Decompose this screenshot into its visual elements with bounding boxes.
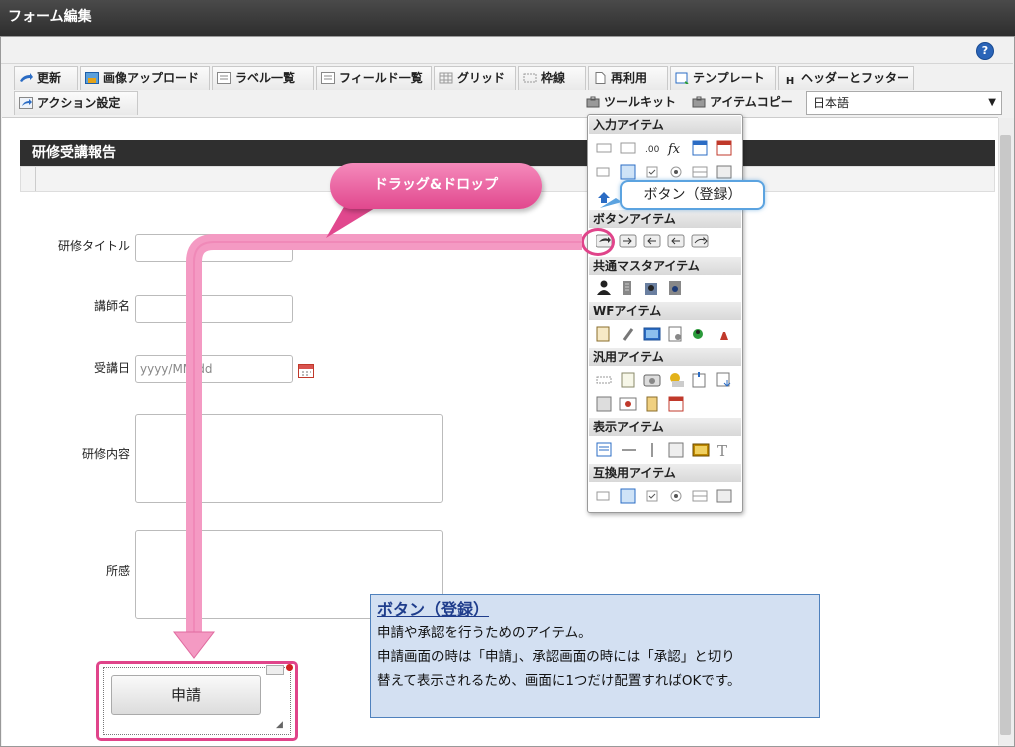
grid-icon [439,69,453,84]
compat-items-row[interactable] [596,488,736,504]
grid-button[interactable]: グリッド [434,66,516,90]
template-icon [675,69,689,85]
training-title-input[interactable] [135,234,293,262]
image-upload-icon [85,69,99,84]
description-title: ボタン（登録） [377,600,490,619]
description-line-2: 申請画面の時は「申請」、承認画面の時には「承認」と切り [377,649,735,665]
apply-button[interactable]: 申請 [111,675,261,715]
border-icon [523,69,537,83]
image-upload-button[interactable]: 画像アップロード [80,66,210,90]
action-settings-button[interactable]: アクション設定 [14,91,138,115]
refresh-button[interactable]: 更新 [14,66,78,90]
impression-label: 所感 [105,564,130,578]
svg-text:T: T [717,442,727,458]
scrollbar-thumb[interactable] [1000,135,1011,735]
section-compat-items: 互換用アイテム [589,464,741,482]
general-items-grid[interactable] [596,372,736,412]
toolkit-icon [586,93,600,108]
window-title: フォーム編集 [0,0,1015,36]
help-bar [1,37,1013,64]
instructor-input[interactable] [135,295,293,323]
header-footer-icon: H [785,76,795,87]
instructor-label: 講師名 [93,299,130,313]
selected-item-highlight [581,228,615,256]
help-icon[interactable]: ? [976,42,994,60]
action-icon [19,94,33,109]
language-select[interactable]: 日本語 ▼ [806,91,1002,115]
label-list-button[interactable]: ラベル一覧 [212,66,314,90]
header-footer-button[interactable]: H ヘッダーとフッター [778,66,914,90]
content-label: 研修内容 [81,447,130,461]
resize-handle-icon[interactable]: ◢ [276,720,283,730]
delete-marker-icon[interactable] [286,664,293,671]
section-general-items: 汎用アイテム [589,348,741,366]
description-line-1: 申請や承認を行うためのアイテム。 [377,625,592,641]
section-button-items: ボタンアイテム [589,210,741,228]
toolkit-button[interactable]: ツールキット [582,91,682,115]
section-input-items: 入力アイテム [589,116,741,134]
date-input[interactable]: yyyy/MM/dd [135,355,293,383]
field-list-icon [321,69,335,84]
training-title-label: 研修タイトル [57,239,130,253]
label-list-icon [217,69,231,84]
item-tooltip: ボタン（登録） [620,180,765,210]
drag-drop-callout: ドラッグ&ドロップ [330,163,542,209]
svg-text:fx: fx [667,142,681,157]
description-line-3: 替えて表示されるため、画面に1つだけ配置すればOKです。 [377,673,741,689]
field-list-button[interactable]: フィールド一覧 [316,66,432,90]
chevron-down-icon: ▼ [988,97,996,108]
reuse-icon [593,69,607,84]
wf-items-row[interactable] [596,326,736,342]
template-button[interactable]: テンプレート [670,66,776,90]
reuse-button[interactable]: 再利用 [588,66,668,90]
item-copy-icon [692,93,706,108]
item-copy-button[interactable]: アイテムコピー [688,91,802,115]
display-items-row[interactable]: T [596,442,736,458]
section-master-items: 共通マスタアイテム [589,257,741,275]
calendar-icon[interactable] [298,362,314,381]
section-wf-items: WFアイテム [589,302,741,320]
master-items-row[interactable] [596,280,692,296]
refresh-icon [19,69,33,82]
border-button[interactable]: 枠線 [518,66,586,90]
item-grip-icon[interactable] [266,665,284,675]
description-box: ボタン（登録） 申請や承認を行うためのアイテム。 申請画面の時は「申請」、承認画… [370,594,820,718]
section-display-items: 表示アイテム [589,418,741,436]
date-label: 受講日 [93,361,130,375]
content-textarea[interactable] [135,414,443,503]
svg-text:.00: .00 [645,145,660,155]
